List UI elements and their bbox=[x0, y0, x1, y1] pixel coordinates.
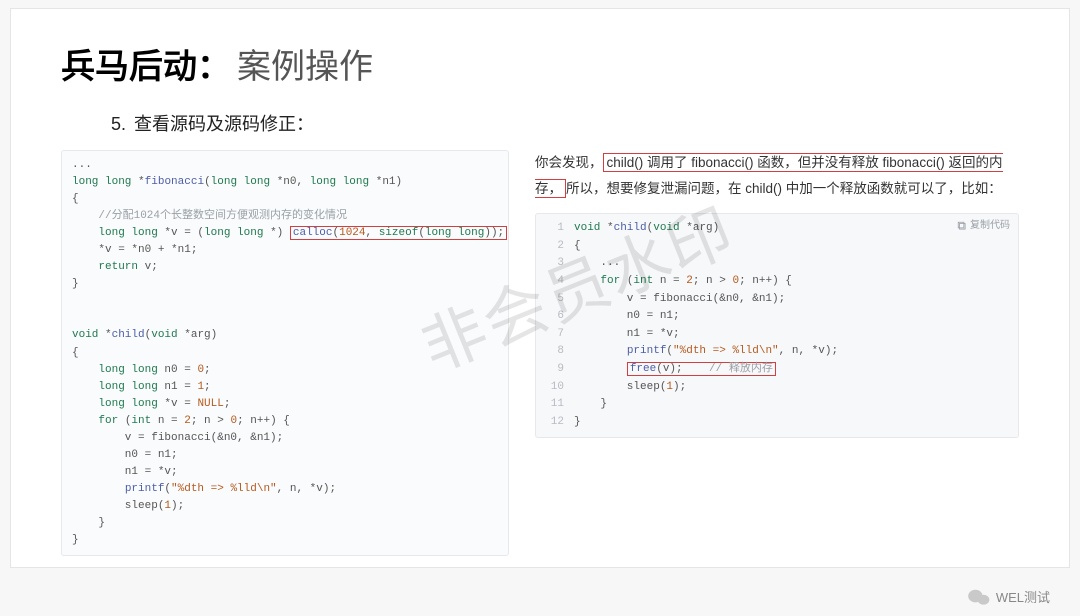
title-bold: 兵马后动： bbox=[61, 39, 231, 88]
step-number: 5. bbox=[111, 114, 126, 134]
channel-footer: WEL测试 bbox=[968, 587, 1050, 606]
right-code-block: 复制代码 1void *child(void *arg) 2{ 3 ... 4 … bbox=[535, 213, 1019, 438]
copy-icon bbox=[957, 221, 967, 231]
channel-label: WEL测试 bbox=[996, 587, 1050, 606]
slide-container: 兵马后动： 案例操作 5. 查看源码及源码修正： ... long long *f… bbox=[10, 8, 1070, 568]
title-light: 案例操作 bbox=[237, 39, 373, 88]
wechat-icon bbox=[968, 588, 990, 606]
step-label: 5. 查看源码及源码修正： bbox=[111, 110, 1019, 136]
step-text: 查看源码及源码修正： bbox=[134, 114, 314, 134]
highlight-calloc: calloc(1024, sizeof(long long)); bbox=[290, 226, 507, 240]
content-panes: ... long long *fibonacci(long long *n0, … bbox=[61, 150, 1019, 556]
slide-title: 兵马后动： 案例操作 bbox=[61, 39, 1019, 88]
left-code-block: ... long long *fibonacci(long long *n0, … bbox=[61, 150, 509, 556]
highlight-free: free(v); // 释放内存 bbox=[627, 362, 776, 376]
copy-code-button[interactable]: 复制代码 bbox=[957, 218, 1010, 234]
right-column: 你会发现，child() 调用了 fibonacci() 函数，但并没有释放 f… bbox=[535, 150, 1019, 438]
explanation-text: 你会发现，child() 调用了 fibonacci() 函数，但并没有释放 f… bbox=[535, 150, 1019, 201]
